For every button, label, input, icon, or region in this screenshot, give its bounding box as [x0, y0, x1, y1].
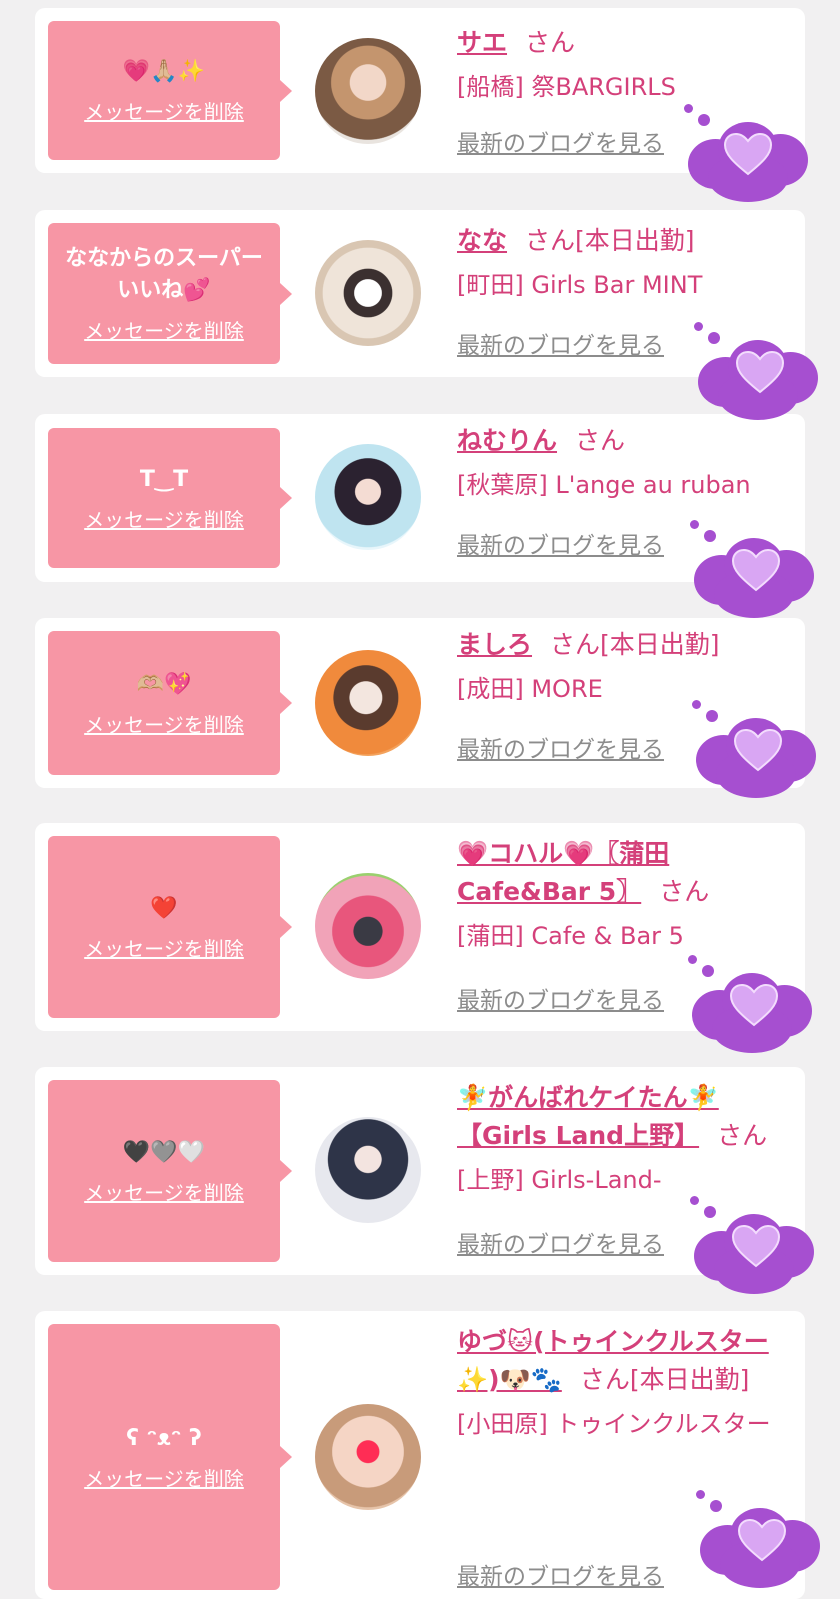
shop-text: [町田] Girls Bar MINT — [457, 271, 703, 299]
delete-message-link[interactable]: メッセージを削除 — [84, 96, 244, 125]
delete-message-link[interactable]: メッセージを削除 — [84, 315, 244, 344]
honorific: さん — [525, 226, 576, 255]
cast-name-link[interactable]: ねむりん — [457, 426, 557, 455]
message-text: ʕ ᵔᴥᵔ ʔ — [126, 1425, 202, 1451]
avatar[interactable] — [315, 1117, 421, 1223]
cast-name-link[interactable]: 🧚がんばれケイたん🧚【Girls Land上野】 — [457, 1083, 719, 1150]
status-text: [本日出勤] — [629, 1365, 750, 1394]
heart-icon — [735, 350, 785, 394]
favorite-cloud-button[interactable] — [686, 520, 826, 620]
message-text: ❤️ — [150, 895, 178, 921]
heart-icon — [737, 1518, 787, 1562]
favorite-cloud-button[interactable] — [684, 955, 824, 1055]
delete-message-link[interactable]: メッセージを削除 — [84, 1177, 244, 1206]
favorite-cloud-button[interactable] — [678, 104, 818, 204]
cast-name-link[interactable]: 💗コハル💗〖蒲田Cafe&Bar 5〗 — [457, 839, 669, 906]
heart-icon — [731, 1224, 781, 1268]
shop-text: [秋葉原] L'ange au ruban — [457, 471, 751, 499]
cast-name-link[interactable]: サエ — [457, 28, 507, 57]
status-text: [本日出勤] — [575, 226, 695, 255]
honorific: さん — [525, 28, 576, 57]
cast-name-link[interactable]: なな — [457, 226, 507, 255]
avatar[interactable] — [315, 650, 421, 756]
message-bubble: ʕ ᵔᴥᵔ ʔ メッセージを削除 — [48, 1324, 292, 1590]
honorific: さん — [550, 630, 601, 659]
delete-message-link[interactable]: メッセージを削除 — [84, 504, 244, 533]
honorific: さん — [575, 426, 626, 455]
message-bubble: 🖤🩶🤍 メッセージを削除 — [48, 1080, 292, 1262]
avatar[interactable] — [315, 1404, 421, 1510]
message-bubble: T‿T メッセージを削除 — [48, 428, 292, 568]
heart-icon — [733, 728, 783, 772]
message-bubble: 💗🙏🏼✨ メッセージを削除 — [48, 21, 292, 160]
avatar[interactable] — [315, 240, 421, 346]
blog-link[interactable]: 最新のブログを見る — [457, 326, 664, 360]
favorite-card: ʕ ᵔᴥᵔ ʔ メッセージを削除 ゆづ🐱(トゥインクルスター✨)🐶🐾 さん[本日出… — [35, 1311, 805, 1599]
blog-link[interactable]: 最新のブログを見る — [457, 1557, 664, 1591]
shop-text: [蒲田] Cafe & Bar 5 — [457, 922, 684, 950]
favorite-cloud-button[interactable] — [690, 322, 830, 422]
shop-text: [上野] Girls-Land- — [457, 1166, 662, 1194]
favorite-cloud-button[interactable] — [686, 1196, 826, 1296]
status-text: [本日出勤] — [600, 630, 720, 659]
shop-text: [船橋] 祭BARGIRLS — [457, 73, 676, 101]
message-text: ななからのスーパーいいね💕 — [65, 246, 263, 303]
message-text: 💗🙏🏼✨ — [122, 59, 206, 84]
delete-message-link[interactable]: メッセージを削除 — [84, 709, 244, 738]
avatar[interactable] — [315, 38, 421, 144]
favorite-cloud-button[interactable] — [688, 700, 828, 800]
favorite-cloud-button[interactable] — [692, 1490, 832, 1590]
heart-icon — [729, 983, 779, 1027]
message-bubble: 🫶🏼💖 メッセージを削除 — [48, 631, 292, 775]
blog-link[interactable]: 最新のブログを見る — [457, 526, 664, 560]
avatar[interactable] — [315, 873, 421, 979]
cast-name-link[interactable]: ましろ — [457, 630, 532, 659]
delete-message-link[interactable]: メッセージを削除 — [84, 1463, 244, 1492]
honorific: さん — [579, 1365, 630, 1394]
message-bubble: ななからのスーパーいいね💕 メッセージを削除 — [48, 223, 292, 364]
avatar[interactable] — [315, 444, 421, 550]
honorific: さん — [659, 877, 710, 906]
blog-link[interactable]: 最新のブログを見る — [457, 981, 664, 1015]
blog-link[interactable]: 最新のブログを見る — [457, 1225, 664, 1259]
blog-link[interactable]: 最新のブログを見る — [457, 124, 664, 158]
heart-icon — [731, 548, 781, 592]
message-text: T‿T — [139, 466, 189, 492]
honorific: さん — [717, 1121, 768, 1150]
heart-icon — [723, 132, 773, 176]
shop-text: [小田原] トゥインクルスター — [457, 1410, 771, 1438]
message-text: 🖤🩶🤍 — [122, 1139, 206, 1165]
blog-link[interactable]: 最新のブログを見る — [457, 730, 664, 764]
message-bubble: ❤️ メッセージを削除 — [48, 836, 292, 1018]
delete-message-link[interactable]: メッセージを削除 — [84, 933, 244, 962]
message-text: 🫶🏼💖 — [136, 671, 192, 697]
